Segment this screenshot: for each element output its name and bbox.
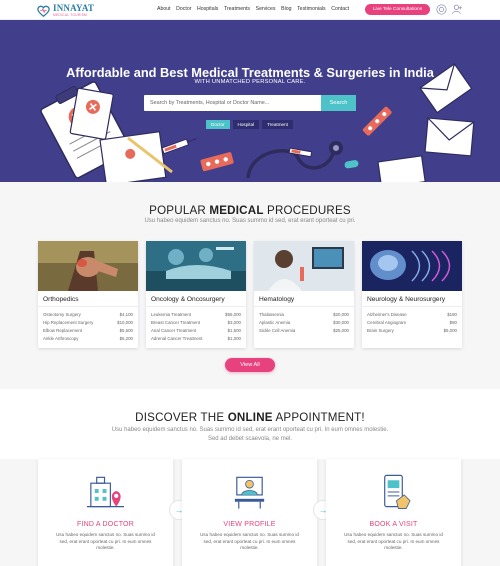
live-tele-consultations-button[interactable]: Live Tele Consultations [365,4,430,15]
search-input[interactable] [144,95,321,111]
search-button[interactable]: Search [321,95,356,111]
orthopedics-image [38,241,138,291]
step-text: Usu habeo equidem sanctus no. Suas summo… [200,532,299,551]
tab-treatment[interactable]: Treatment [262,120,293,129]
logo-heart-icon [37,5,50,17]
neurology-image [362,241,462,291]
procedure-price-list: Leukemia Treatment $55,000 Breast Cancer … [151,312,241,344]
list-item[interactable]: Thalassemia $20,000 [259,312,349,320]
list-item[interactable]: Elbow Replacement $5,500 [43,328,133,336]
list-item[interactable]: Breast Cancer Treatment $3,000 [151,320,241,328]
search-type-tabs: Doctor Hospital Treatment [206,120,296,129]
procedure-card-hematology[interactable]: Hematology Thalassemia $20,000 Aplastic A… [254,241,354,348]
card-title: Orthopedics [43,296,79,303]
nav-testimonials[interactable]: Testimonials [297,6,326,12]
step-text: Usu habeo equidem sanctus no. Suas summo… [56,532,155,551]
tab-hospital[interactable]: Hospital [232,120,260,129]
main-menu: About Doctor Hospitals Treatments Servic… [157,6,355,12]
hero-subtitle: WITH UNMATCHED PERSONAL CARE. [194,79,306,85]
step-card-view-profile[interactable]: VIEW PROFILE Usu habeo equidem sanctus n… [182,459,317,566]
discover-appointment-section: DISCOVER THE ONLINE APPOINTMENT! Usu hab… [0,389,500,566]
add-user-icon[interactable] [452,4,463,15]
hospital-location-icon [86,476,125,508]
list-item[interactable]: Aplastic Anemia $30,000 [259,320,349,328]
list-item[interactable]: Alzheimer's Disease $180 [367,312,457,320]
procedure-price-list: Thalassemia $20,000 Aplastic Anemia $30,00… [259,312,349,336]
help-icon[interactable] [436,4,447,15]
hero-title: Affordable and Best Medical Treatments &… [66,65,434,80]
brand-tagline: MEDICAL TOURISM [53,12,88,17]
hematology-image [254,241,354,291]
discover-section-title: DISCOVER THE ONLINE APPOINTMENT! [135,411,365,424]
list-item[interactable]: Sickle Cell Anemia $25,000 [259,328,349,336]
list-item[interactable]: Osteotomy Surgery $4,100 [43,312,133,320]
nav-about[interactable]: About [157,6,171,12]
nav-doctor[interactable]: Doctor [176,6,191,12]
nav-services[interactable]: Services [256,6,276,12]
procedure-price-list: Osteotomy Surgery $4,100 Hip Replacement … [43,312,133,344]
card-title: Oncology & Oncosurgery [151,296,225,303]
popular-procedures-section: POPULAR MEDICAL PROCEDURES Usu habeo equ… [0,182,500,389]
procedure-card-orthopedics[interactable]: Orthopedics Osteotomy Surgery $4,100 Hip … [38,241,138,348]
step-title: FIND A DOCTOR [77,521,134,528]
booking-phone-icon [384,474,411,509]
step-title: VIEW PROFILE [223,521,276,528]
popular-section-subtitle: Usu habeo equidem sanctus no. Suas summo… [144,218,356,224]
procedure-price-list: Alzheimer's Disease $180 Cerebral Angiogr… [367,312,457,336]
nav-blog[interactable]: Blog [281,6,291,12]
procedure-card-oncology[interactable]: Oncology & Oncosurgery Leukemia Treatmen… [146,241,246,348]
list-item[interactable]: Anal Cancer Treatment $1,500 [151,328,241,336]
nav-contact[interactable]: Contact [331,6,349,12]
list-item[interactable]: Cerebral Angiogram $80 [367,320,457,328]
discover-section-subtitle-2: Sed ad debet scaevola, ne mel. [207,436,293,442]
card-title: Hematology [259,296,295,303]
list-item[interactable]: Adrenal Cancer Treatment $1,000 [151,336,241,344]
card-title: Neurology & Neurosurgery [367,296,446,303]
view-all-button[interactable]: View All [225,358,275,372]
step-card-find-doctor[interactable]: FIND A DOCTOR Usu habeo equidem sanctus … [38,459,173,566]
hero-search-bar: Search [144,95,356,111]
top-navbar: INNAYAT MEDICAL TOURISM About Doctor Hos… [0,0,500,20]
list-item[interactable]: Hip Replacement Surgery $10,000 [43,320,133,328]
brand-name: INNAYAT [53,2,95,13]
nav-treatments[interactable]: Treatments [224,6,250,12]
discover-section-subtitle: Usu habeo equidem sanctus no. Suas summo… [111,427,389,433]
step-card-book-visit[interactable]: BOOK A VISIT Usu habeo equidem sanctus n… [326,459,461,566]
procedure-card-neurology[interactable]: Neurology & Neurosurgery Alzheimer's Dis… [362,241,462,348]
list-item[interactable]: Leukemia Treatment $55,000 [151,312,241,320]
popular-section-title: POPULAR MEDICAL PROCEDURES [149,204,351,217]
step-title: BOOK A VISIT [369,521,418,528]
list-item[interactable]: Ankle Arthroscopy $6,200 [43,336,133,344]
oncology-image [146,241,246,291]
brand-logo[interactable]: INNAYAT MEDICAL TOURISM [37,3,94,18]
nav-hospitals[interactable]: Hospitals [197,6,218,12]
step-text: Usu habeo equidem sanctus no. Suas summo… [344,532,443,551]
hero-banner: Affordable and Best Medical Treatments &… [0,20,500,182]
tab-doctor[interactable]: Doctor [206,120,230,129]
doctor-profile-icon [234,476,265,509]
list-item[interactable]: Brain Surgery $5,000 [367,328,457,336]
